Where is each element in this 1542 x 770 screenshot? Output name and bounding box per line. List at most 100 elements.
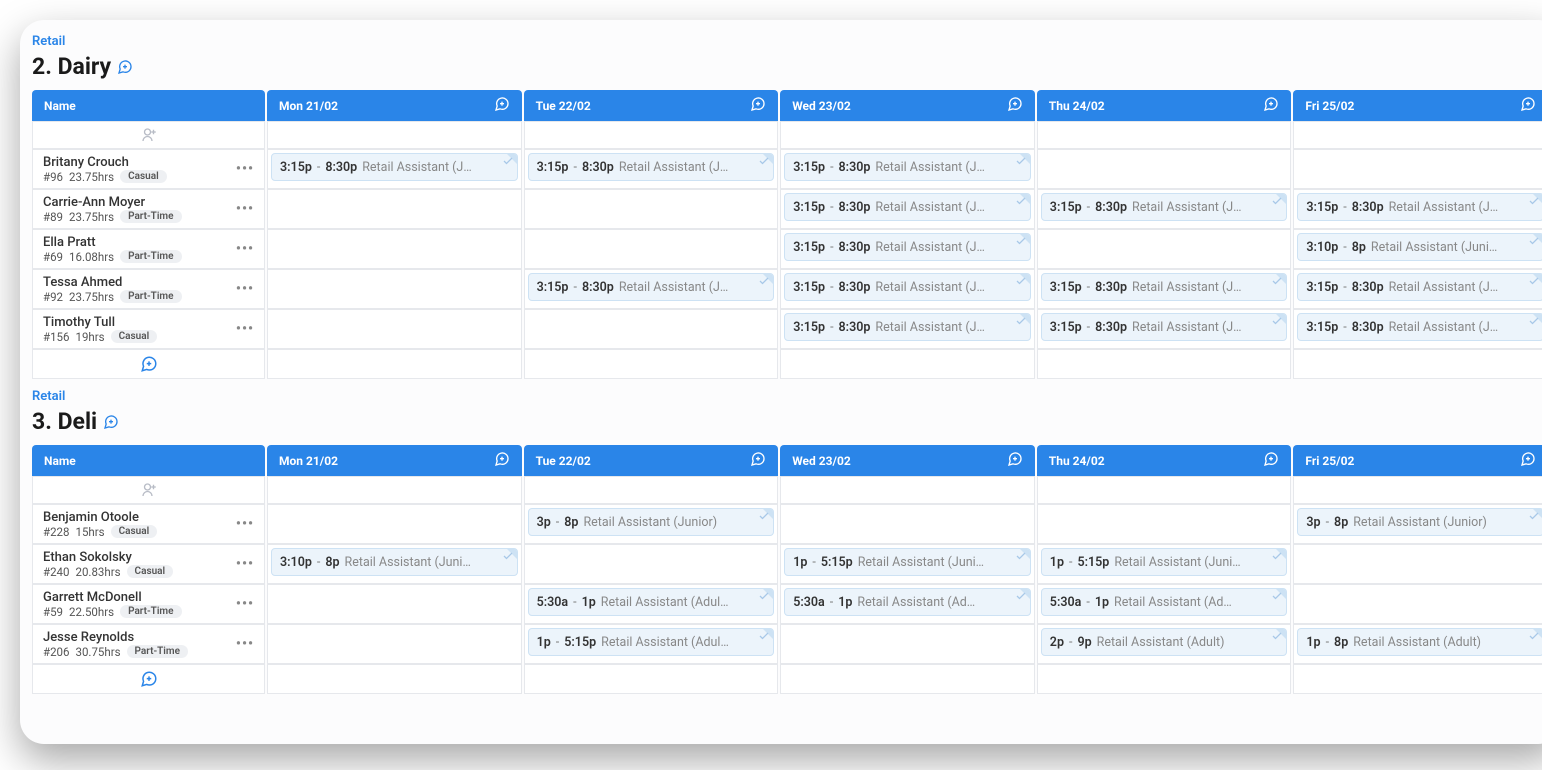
day-cell[interactable]: 3p-8pRetail Assistant (Junior) bbox=[1293, 504, 1542, 544]
shift-block[interactable]: 3:15p-8:30pRetail Assistant (J… bbox=[784, 193, 1031, 221]
empty-day-cell[interactable] bbox=[1293, 476, 1542, 504]
shift-block[interactable]: 3:15p-8:30pRetail Assistant (J… bbox=[784, 233, 1031, 261]
chat-plus-icon[interactable] bbox=[117, 59, 133, 75]
day-cell[interactable] bbox=[1037, 229, 1292, 269]
day-cell[interactable] bbox=[267, 309, 522, 349]
day-cell[interactable]: 3:15p-8:30pRetail Assistant (J… bbox=[524, 269, 779, 309]
day-cell[interactable]: 3:15p-8:30pRetail Assistant (J… bbox=[1293, 309, 1542, 349]
day-cell[interactable] bbox=[780, 504, 1035, 544]
shift-block[interactable]: 3:15p-8:30pRetail Assistant (J… bbox=[1297, 273, 1542, 301]
shift-block[interactable]: 3:15p-8:30pRetail Assistant (J… bbox=[1041, 313, 1288, 341]
day-cell[interactable]: 3:15p-8:30pRetail Assistant (J… bbox=[780, 189, 1035, 229]
empty-day-cell[interactable] bbox=[1037, 349, 1292, 379]
chat-plus-icon[interactable] bbox=[1263, 451, 1279, 470]
add-unassigned-cell[interactable] bbox=[32, 121, 265, 149]
shift-block[interactable]: 1p-8pRetail Assistant (Adult) bbox=[1297, 628, 1542, 656]
empty-day-cell[interactable] bbox=[524, 476, 779, 504]
empty-day-cell[interactable] bbox=[780, 349, 1035, 379]
day-cell[interactable]: 3:15p-8:30pRetail Assistant (J… bbox=[1037, 189, 1292, 229]
employee-cell[interactable]: Garrett McDonell#5922.50hrsPart-Time••• bbox=[32, 584, 265, 624]
section-category[interactable]: Retail bbox=[32, 389, 1542, 404]
more-icon[interactable]: ••• bbox=[236, 161, 254, 177]
chat-plus-icon[interactable] bbox=[1520, 96, 1536, 115]
chat-plus-icon[interactable] bbox=[750, 451, 766, 470]
day-cell[interactable]: 3:15p-8:30pRetail Assistant (J… bbox=[1037, 269, 1292, 309]
day-cell[interactable] bbox=[524, 544, 779, 584]
column-header-day[interactable]: Wed 23/02 bbox=[780, 445, 1035, 476]
day-cell[interactable]: 1p-5:15pRetail Assistant (Juni… bbox=[1037, 544, 1292, 584]
day-cell[interactable]: 3p-8pRetail Assistant (Junior) bbox=[524, 504, 779, 544]
empty-day-cell[interactable] bbox=[524, 664, 779, 694]
day-cell[interactable] bbox=[267, 229, 522, 269]
empty-day-cell[interactable] bbox=[1037, 476, 1292, 504]
shift-block[interactable]: 3p-8pRetail Assistant (Junior) bbox=[528, 508, 775, 536]
chat-plus-icon[interactable] bbox=[1520, 451, 1536, 470]
day-cell[interactable]: 1p-5:15pRetail Assistant (Adul… bbox=[524, 624, 779, 664]
empty-day-cell[interactable] bbox=[1037, 664, 1292, 694]
empty-day-cell[interactable] bbox=[780, 121, 1035, 149]
day-cell[interactable] bbox=[267, 584, 522, 624]
empty-day-cell[interactable] bbox=[1293, 664, 1542, 694]
chat-plus-icon[interactable] bbox=[103, 414, 119, 430]
employee-cell[interactable]: Tessa Ahmed#9223.75hrsPart-Time••• bbox=[32, 269, 265, 309]
chat-plus-icon[interactable] bbox=[750, 96, 766, 115]
more-icon[interactable]: ••• bbox=[236, 241, 254, 257]
empty-day-cell[interactable] bbox=[1037, 121, 1292, 149]
column-header-day[interactable]: Mon 21/02 bbox=[267, 90, 522, 121]
empty-day-cell[interactable] bbox=[267, 476, 522, 504]
shift-block[interactable]: 5:30a-1pRetail Assistant (Ad… bbox=[1041, 588, 1288, 616]
day-cell[interactable]: 3:15p-8:30pRetail Assistant (J… bbox=[1293, 269, 1542, 309]
shift-block[interactable]: 5:30a-1pRetail Assistant (Ad… bbox=[784, 588, 1031, 616]
add-employee-button[interactable] bbox=[32, 664, 265, 694]
section-category[interactable]: Retail bbox=[32, 34, 1542, 49]
more-icon[interactable]: ••• bbox=[236, 636, 254, 652]
employee-cell[interactable]: Carrie-Ann Moyer#8923.75hrsPart-Time••• bbox=[32, 189, 265, 229]
column-header-day[interactable]: Thu 24/02 bbox=[1037, 90, 1292, 121]
more-icon[interactable]: ••• bbox=[236, 201, 254, 217]
employee-cell[interactable]: Jesse Reynolds#20630.75hrsPart-Time••• bbox=[32, 624, 265, 664]
day-cell[interactable] bbox=[1293, 149, 1542, 189]
column-header-day[interactable]: Fri 25/02 bbox=[1293, 445, 1542, 476]
day-cell[interactable]: 5:30a-1pRetail Assistant (Ad… bbox=[780, 584, 1035, 624]
shift-block[interactable]: 1p-5:15pRetail Assistant (Juni… bbox=[784, 548, 1031, 576]
shift-block[interactable]: 3:15p-8:30pRetail Assistant (J… bbox=[528, 153, 775, 181]
empty-day-cell[interactable] bbox=[267, 121, 522, 149]
empty-day-cell[interactable] bbox=[524, 121, 779, 149]
empty-day-cell[interactable] bbox=[267, 349, 522, 379]
day-cell[interactable]: 3:10p-8pRetail Assistant (Juni… bbox=[267, 544, 522, 584]
column-header-day[interactable]: Wed 23/02 bbox=[780, 90, 1035, 121]
chat-plus-icon[interactable] bbox=[1263, 96, 1279, 115]
day-cell[interactable]: 3:15p-8:30pRetail Assistant (J… bbox=[1037, 309, 1292, 349]
more-icon[interactable]: ••• bbox=[236, 321, 254, 337]
day-cell[interactable]: 2p-9pRetail Assistant (Adult) bbox=[1037, 624, 1292, 664]
day-cell[interactable] bbox=[1037, 504, 1292, 544]
day-cell[interactable]: 3:15p-8:30pRetail Assistant (J… bbox=[267, 149, 522, 189]
day-cell[interactable] bbox=[780, 624, 1035, 664]
shift-block[interactable]: 1p-5:15pRetail Assistant (Adul… bbox=[528, 628, 775, 656]
shift-block[interactable]: 3:15p-8:30pRetail Assistant (J… bbox=[1297, 313, 1542, 341]
shift-block[interactable]: 3:15p-8:30pRetail Assistant (J… bbox=[1041, 273, 1288, 301]
day-cell[interactable] bbox=[524, 309, 779, 349]
day-cell[interactable]: 5:30a-1pRetail Assistant (Ad… bbox=[1037, 584, 1292, 624]
day-cell[interactable] bbox=[1037, 149, 1292, 189]
empty-day-cell[interactable] bbox=[780, 664, 1035, 694]
shift-block[interactable]: 3p-8pRetail Assistant (Junior) bbox=[1297, 508, 1542, 536]
day-cell[interactable] bbox=[1293, 584, 1542, 624]
empty-day-cell[interactable] bbox=[780, 476, 1035, 504]
day-cell[interactable]: 5:30a-1pRetail Assistant (Adul… bbox=[524, 584, 779, 624]
more-icon[interactable]: ••• bbox=[236, 556, 254, 572]
day-cell[interactable] bbox=[1293, 544, 1542, 584]
day-cell[interactable]: 3:15p-8:30pRetail Assistant (J… bbox=[524, 149, 779, 189]
employee-cell[interactable]: Timothy Tull#15619hrsCasual••• bbox=[32, 309, 265, 349]
shift-block[interactable]: 3:15p-8:30pRetail Assistant (J… bbox=[784, 313, 1031, 341]
add-unassigned-cell[interactable] bbox=[32, 476, 265, 504]
day-cell[interactable] bbox=[267, 624, 522, 664]
empty-day-cell[interactable] bbox=[524, 349, 779, 379]
chat-plus-icon[interactable] bbox=[1007, 96, 1023, 115]
shift-block[interactable]: 3:15p-8:30pRetail Assistant (J… bbox=[784, 153, 1031, 181]
day-cell[interactable] bbox=[524, 229, 779, 269]
day-cell[interactable]: 3:15p-8:30pRetail Assistant (J… bbox=[780, 269, 1035, 309]
day-cell[interactable]: 3:15p-8:30pRetail Assistant (J… bbox=[1293, 189, 1542, 229]
employee-cell[interactable]: Ethan Sokolsky#24020.83hrsCasual••• bbox=[32, 544, 265, 584]
column-header-day[interactable]: Mon 21/02 bbox=[267, 445, 522, 476]
